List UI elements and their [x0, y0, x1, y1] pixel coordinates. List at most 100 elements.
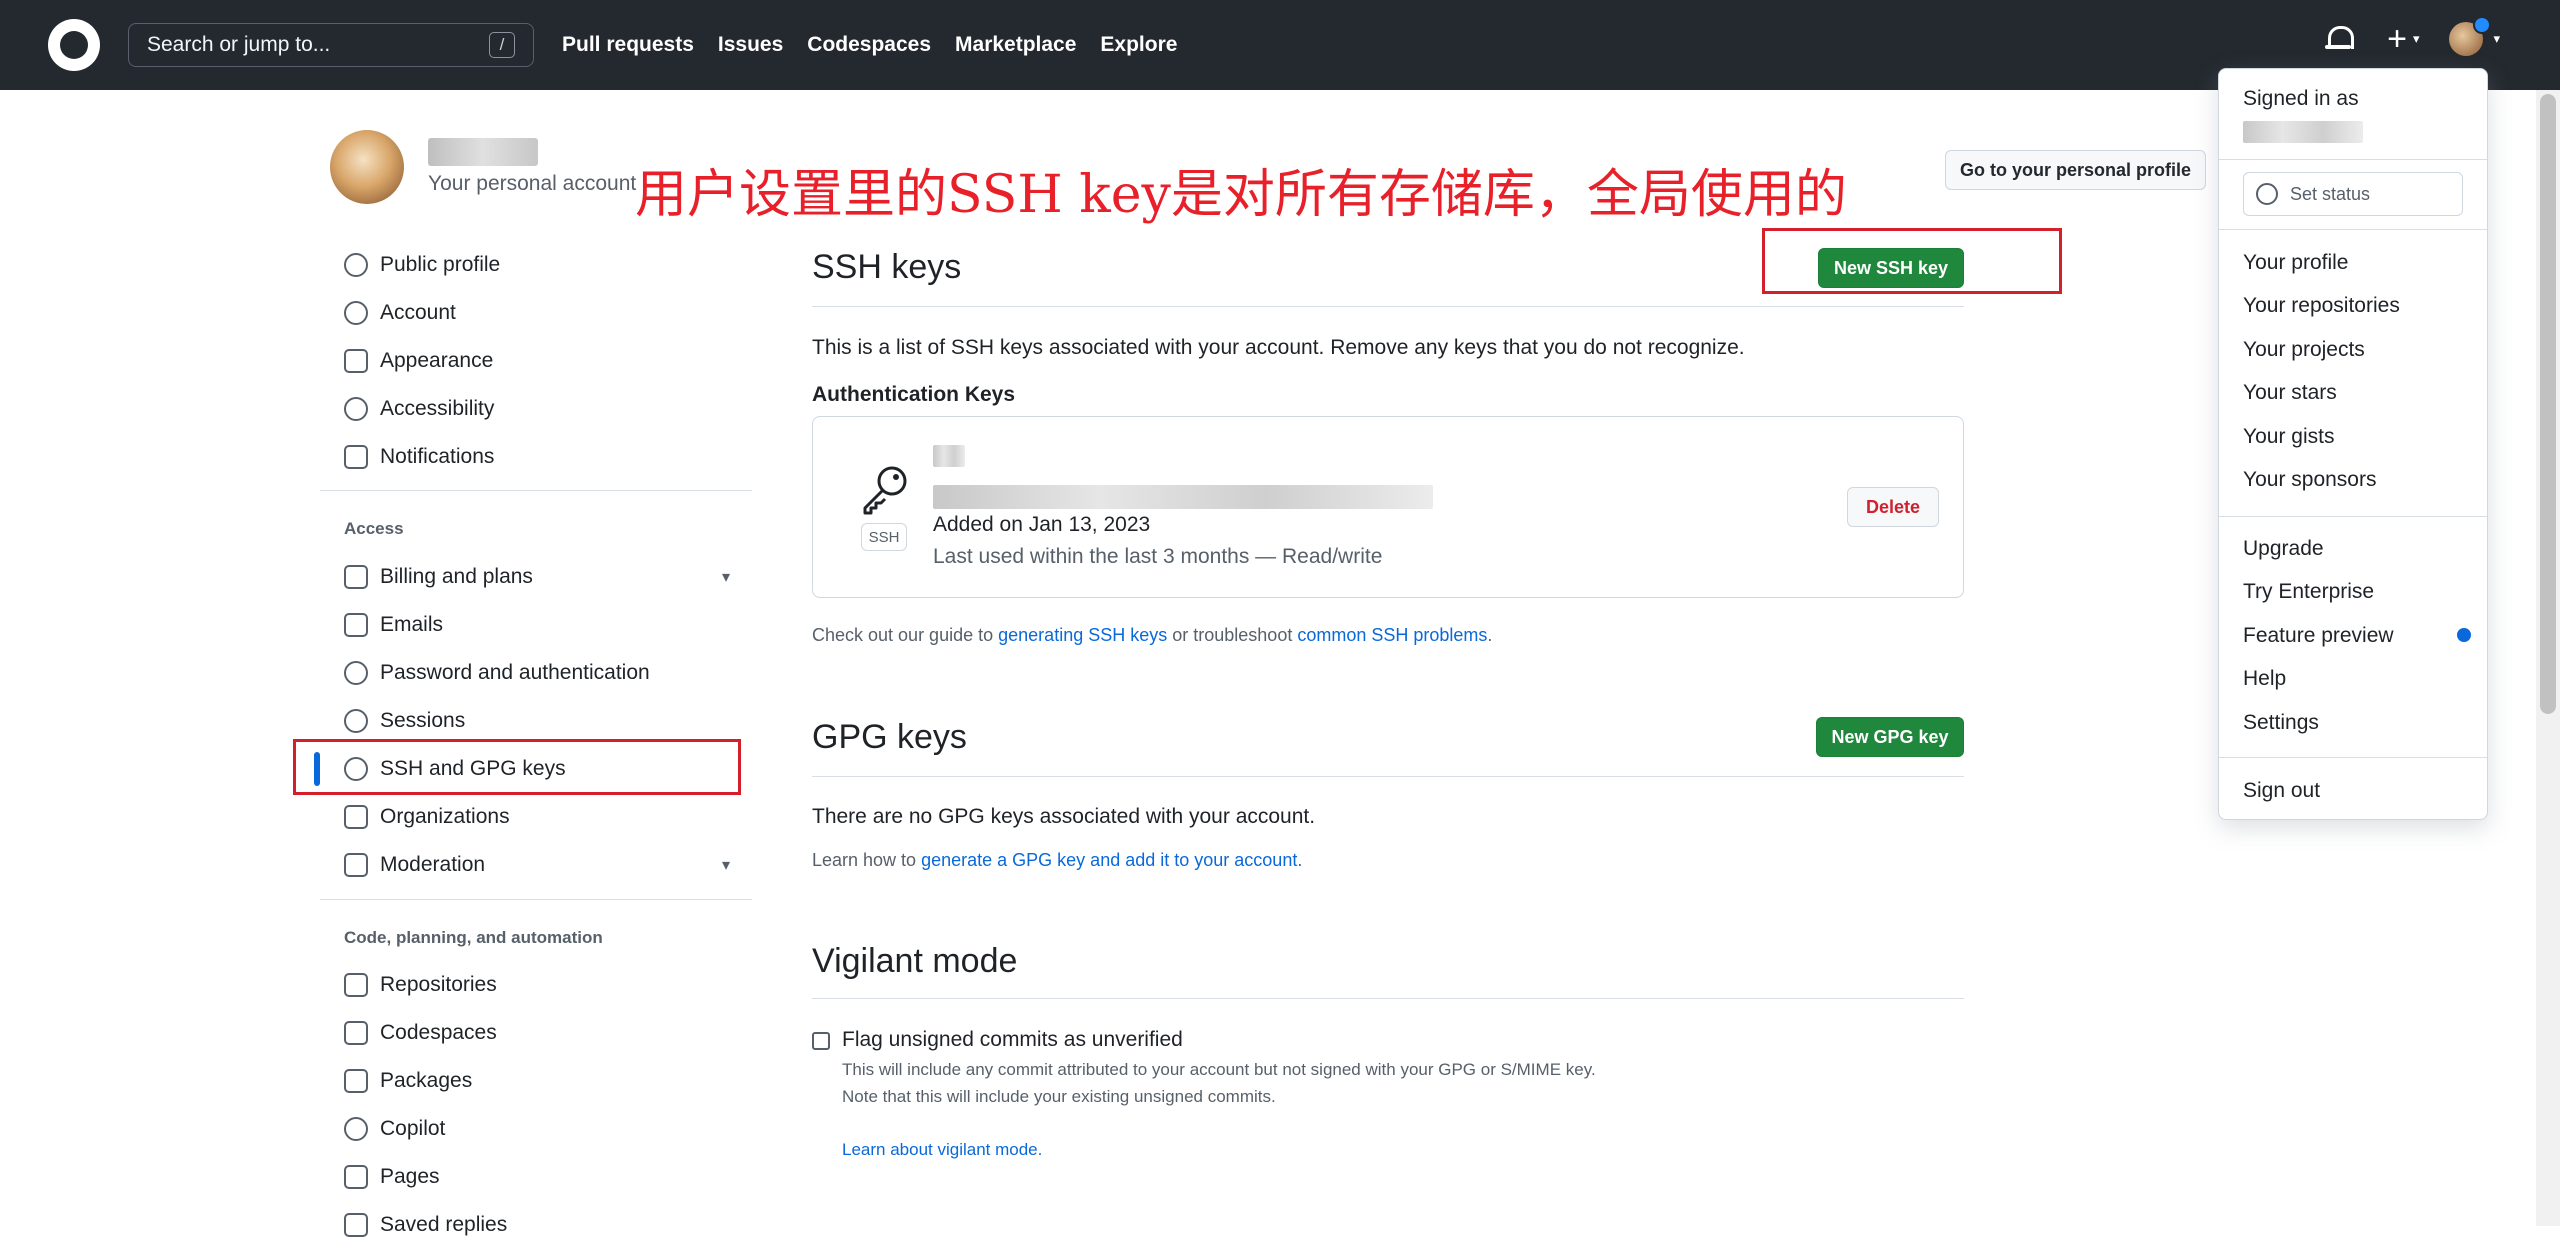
sidebar-item-password[interactable]: Password and authentication — [344, 653, 754, 693]
learn-vigilant-mode-link[interactable]: Learn about vigilant mode. — [842, 1140, 1042, 1160]
new-gpg-key-button[interactable]: New GPG key — [1816, 717, 1964, 757]
menu-your-repositories[interactable]: Your repositories — [2243, 294, 2400, 318]
sidebar-item-copilot[interactable]: Copilot — [344, 1109, 754, 1149]
credit-card-icon — [344, 565, 368, 589]
github-logo-icon[interactable] — [48, 19, 100, 71]
person-icon — [344, 253, 368, 277]
notifications-bell-icon[interactable] — [2325, 24, 2355, 54]
nav-explore[interactable]: Explore — [1100, 33, 1177, 57]
sidebar-item-label: Moderation — [380, 853, 486, 876]
sidebar-item-label: Repositories — [380, 973, 497, 996]
menu-help[interactable]: Help — [2243, 667, 2286, 691]
organization-icon — [344, 805, 368, 829]
sidebar-item-label: Saved replies — [380, 1213, 508, 1236]
user-avatar-menu[interactable] — [2449, 16, 2492, 56]
dropdown-divider — [2219, 159, 2487, 160]
nav-codespaces[interactable]: Codespaces — [807, 33, 931, 57]
key-icon — [863, 466, 907, 515]
sidebar-item-public-profile[interactable]: Public profile — [344, 245, 754, 285]
reply-icon — [344, 1213, 368, 1237]
personal-account-label: Your personal account — [428, 172, 637, 195]
scrollbar-thumb[interactable] — [2540, 94, 2556, 714]
sidebar-item-sessions[interactable]: Sessions — [344, 701, 754, 741]
sidebar-item-moderation[interactable]: Moderation ▾ — [344, 845, 754, 885]
chevron-down-icon[interactable]: ▾ — [722, 855, 730, 875]
search-placeholder: Search or jump to... — [147, 33, 331, 56]
menu-your-stars[interactable]: Your stars — [2243, 381, 2337, 405]
nav-issues[interactable]: Issues — [718, 33, 783, 57]
menu-feature-preview[interactable]: Feature preview — [2243, 624, 2394, 648]
sidebar-item-appearance[interactable]: Appearance — [344, 341, 754, 381]
sidebar-item-packages[interactable]: Packages — [344, 1061, 754, 1101]
guide-suffix: . — [1487, 625, 1493, 645]
sidebar-divider — [320, 899, 752, 900]
paintbrush-icon — [344, 349, 368, 373]
sidebar-item-label: Account — [380, 301, 456, 324]
checkbox-label[interactable]: Flag unsigned commits as unverified — [842, 1028, 1183, 1052]
page-scrollbar[interactable] — [2536, 90, 2560, 1226]
sidebar-item-codespaces[interactable]: Codespaces — [344, 1013, 754, 1053]
sidebar-item-label: Accessibility — [380, 397, 495, 420]
sidebar-item-label: Organizations — [380, 805, 510, 828]
sidebar-item-label: Sessions — [380, 709, 466, 732]
sidebar-divider — [320, 490, 752, 491]
avatar[interactable] — [330, 130, 404, 204]
sidebar-item-organizations[interactable]: Organizations — [344, 797, 754, 837]
flag-unsigned-commits-checkbox[interactable] — [812, 1032, 830, 1050]
ssh-keys-title: SSH keys — [812, 248, 962, 286]
redacted-username — [428, 138, 538, 166]
redacted-key-title — [933, 445, 965, 467]
section-rule — [812, 998, 1964, 999]
menu-your-gists[interactable]: Your gists — [2243, 425, 2334, 449]
sidebar-item-accessibility[interactable]: Accessibility — [344, 389, 754, 429]
nav-marketplace[interactable]: Marketplace — [955, 33, 1076, 57]
common-ssh-problems-link[interactable]: common SSH problems — [1297, 625, 1487, 645]
gpg-keys-title: GPG keys — [812, 718, 967, 756]
guide-prefix: Check out our guide to — [812, 625, 994, 645]
key-added-date: Added on Jan 13, 2023 — [933, 513, 1151, 536]
search-input[interactable]: Search or jump to... / — [128, 23, 534, 67]
sidebar-item-pages[interactable]: Pages — [344, 1157, 754, 1197]
create-new-plus-icon[interactable]: + — [2387, 22, 2407, 56]
dropdown-divider — [2219, 229, 2487, 230]
go-to-personal-profile-button[interactable]: Go to your personal profile — [1945, 150, 2206, 190]
sidebar-item-notifications[interactable]: Notifications — [344, 437, 754, 477]
ssh-type-badge: SSH — [861, 523, 907, 551]
menu-try-enterprise[interactable]: Try Enterprise — [2243, 580, 2374, 604]
sidebar-item-repositories[interactable]: Repositories — [344, 965, 754, 1005]
accessibility-icon — [344, 397, 368, 421]
settings-profile-header: Your personal account — [330, 130, 636, 204]
set-status-button[interactable]: Set status — [2243, 172, 2463, 216]
key-last-used: Last used within the last 3 months — Rea… — [933, 545, 1383, 568]
sidebar-item-account[interactable]: Account — [344, 293, 754, 333]
menu-your-profile[interactable]: Your profile — [2243, 251, 2348, 275]
mail-icon — [344, 613, 368, 637]
sidebar-item-billing[interactable]: Billing and plans ▾ — [344, 557, 754, 597]
sidebar-item-emails[interactable]: Emails — [344, 605, 754, 645]
new-ssh-key-button[interactable]: New SSH key — [1818, 248, 1964, 288]
menu-upgrade[interactable]: Upgrade — [2243, 537, 2324, 561]
learn-prefix: Learn how to — [812, 850, 917, 870]
menu-settings[interactable]: Settings — [2243, 711, 2319, 735]
top-navigation-bar: Search or jump to... / Pull requests Iss… — [0, 0, 2560, 90]
highlight-box-ssh-gpg-keys — [293, 739, 741, 795]
chevron-down-icon[interactable]: ▾ — [722, 567, 730, 587]
chevron-down-icon[interactable]: ▾ — [2493, 31, 2500, 47]
sidebar-item-label: Billing and plans — [380, 565, 533, 588]
sidebar-item-label: Appearance — [380, 349, 494, 372]
feature-preview-indicator — [2457, 628, 2471, 642]
guide-middle: or troubleshoot — [1172, 625, 1293, 645]
menu-your-sponsors[interactable]: Your sponsors — [2243, 468, 2376, 492]
delete-key-button[interactable]: Delete — [1847, 487, 1939, 527]
ssh-key-card: SSH Added on Jan 13, 2023 Last used with… — [812, 416, 1964, 598]
menu-sign-out[interactable]: Sign out — [2243, 779, 2320, 803]
sidebar-item-saved-replies[interactable]: Saved replies — [344, 1205, 754, 1245]
redacted-username — [2243, 121, 2363, 143]
top-right-actions: + ▾ ▾ — [2325, 16, 2500, 56]
menu-your-projects[interactable]: Your projects — [2243, 338, 2365, 362]
generating-ssh-keys-link[interactable]: generating SSH keys — [998, 625, 1167, 645]
chevron-down-icon[interactable]: ▾ — [2413, 31, 2420, 47]
broadcast-icon — [344, 709, 368, 733]
generate-gpg-key-link[interactable]: generate a GPG key and add it to your ac… — [921, 850, 1297, 870]
nav-pull-requests[interactable]: Pull requests — [562, 33, 694, 57]
